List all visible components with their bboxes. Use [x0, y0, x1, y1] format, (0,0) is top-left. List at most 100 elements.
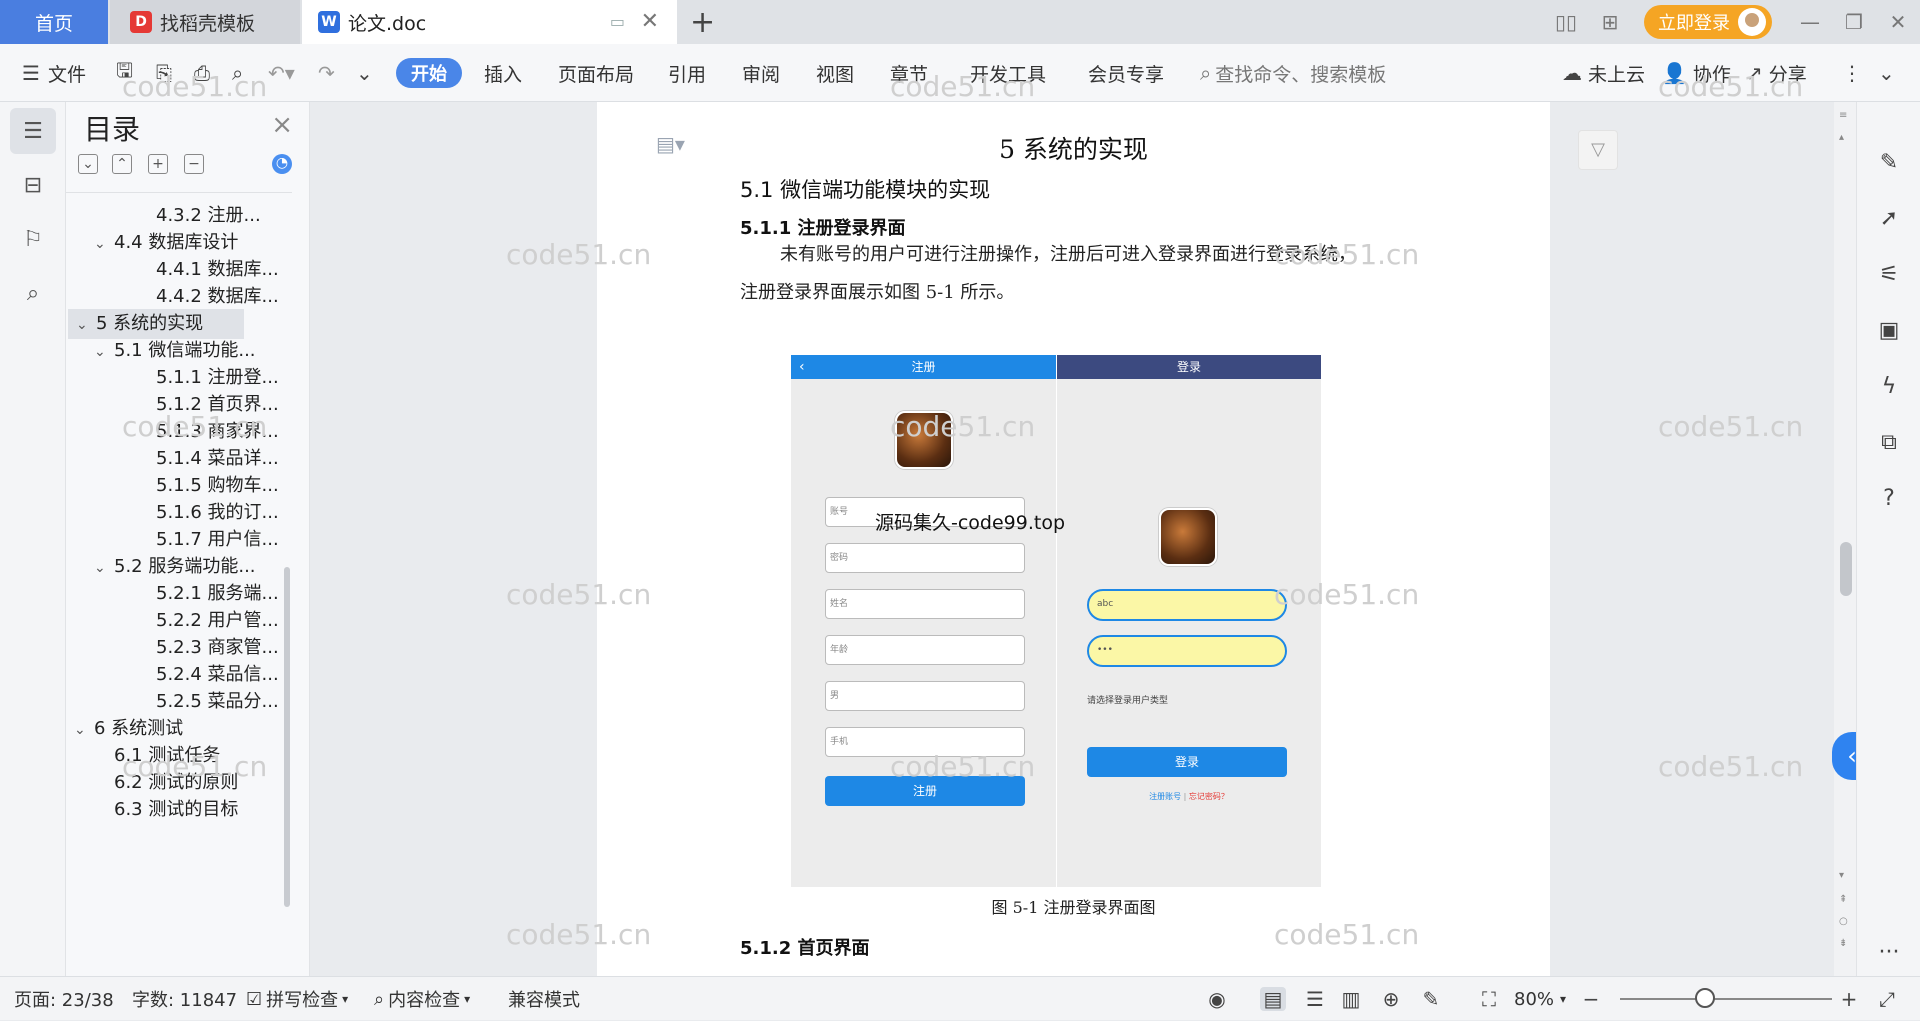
toc-item[interactable]: 5.1.1 注册登... [66, 363, 279, 393]
image-tool-button[interactable]: ▣ [1869, 310, 1909, 350]
scroll-up-icon[interactable]: ▴ [1839, 132, 1844, 143]
undo-button[interactable]: ↶▾ [268, 44, 295, 102]
reading-view-icon[interactable]: ▥ [1338, 987, 1364, 1011]
toc-item[interactable]: 5.1.6 我的订... [66, 498, 279, 528]
toc-item[interactable]: ⌄ 5 系统的实现 [68, 309, 244, 339]
toc-item[interactable]: 6.3 测试的目标 [66, 795, 244, 825]
cloud-status[interactable]: ☁ 未上云 [1562, 44, 1645, 102]
bookmark-button[interactable]: ⚐ [10, 216, 56, 262]
toc-item[interactable]: 6.2 测试的原则 [66, 768, 244, 798]
tab-document[interactable]: W 论文.doc ▭ ✕ [302, 0, 677, 44]
toc-item[interactable]: ⌄ 4.4 数据库设计 [66, 228, 244, 258]
document-scrollbar[interactable]: ≡ ▴ ▾ ⇞ ○ ⇟ [1834, 102, 1856, 976]
scroll-down-icon[interactable]: ▾ [1839, 870, 1844, 881]
page-options-icon[interactable]: ▤▾ [656, 132, 685, 156]
toc-item[interactable]: 5.2.1 服务端... [66, 579, 279, 609]
close-tab-icon[interactable]: ✕ [641, 9, 659, 34]
page-select-icon[interactable]: ○ [1839, 916, 1848, 927]
more-options-button[interactable]: ⋮ [1842, 44, 1862, 102]
toc-item[interactable]: 5.1.7 用户信... [66, 525, 279, 555]
ai-button[interactable]: ϟ [1869, 366, 1909, 406]
toc-item[interactable]: 4.4.1 数据库... [66, 255, 279, 285]
toc-item[interactable]: 5.1.5 购物车... [66, 471, 279, 501]
filter-icon[interactable]: ▽ [1578, 130, 1618, 170]
login-button[interactable]: 立即登录 [1644, 5, 1772, 39]
help-button[interactable]: ? [1869, 478, 1909, 518]
toc-item[interactable]: 5.2.3 商家管... [66, 633, 279, 663]
redo-button[interactable]: ↷ [318, 44, 335, 102]
close-icon[interactable]: × [271, 110, 293, 140]
tab-chapter[interactable]: 章节 [890, 44, 928, 102]
tab-template[interactable]: D 找稻壳模板 [110, 0, 300, 44]
close-window-icon[interactable]: ✕ [1876, 10, 1920, 34]
toc-item[interactable]: 5.2.4 菜品信... [66, 660, 279, 690]
tab-member[interactable]: 会员专享 [1088, 44, 1164, 102]
word-count[interactable]: 字数: 11847 [132, 977, 237, 1021]
toc-item[interactable]: 5.1.3 商家界... [66, 417, 279, 447]
scroll-top-icon[interactable]: ≡ [1839, 110, 1847, 121]
zoom-slider-handle[interactable] [1695, 988, 1715, 1008]
minimize-icon[interactable]: — [1788, 10, 1832, 34]
expand-icon[interactable]: ⌄ [78, 154, 98, 174]
restore-icon[interactable]: ❐ [1832, 10, 1876, 34]
export-button[interactable]: ⎘ [156, 44, 172, 102]
share-button[interactable]: ↗ 分享 [1746, 44, 1807, 102]
save-button[interactable]: 🖫 [116, 44, 133, 102]
toc-item[interactable]: ⌄ 5.1 微信端功能... [66, 336, 256, 366]
tab-layout[interactable]: 页面布局 [558, 44, 634, 102]
layout-icon[interactable]: ▯▯ [1544, 10, 1588, 34]
scrollbar-thumb[interactable] [1840, 542, 1852, 596]
toc-item[interactable]: ⌄ 6 系统测试 [66, 714, 244, 744]
command-search[interactable]: ⌕ 查找命令、搜索模板 [1200, 44, 1386, 102]
tab-start[interactable]: 开始 [396, 58, 462, 88]
collab-button[interactable]: 👤 协作 [1662, 44, 1731, 102]
content-check-button[interactable]: ⌕ 内容检查 ▾ [374, 977, 470, 1021]
pin-icon[interactable]: ▭ [610, 12, 625, 31]
toc-item[interactable]: ⌄ 5.2 服务端功能... [66, 552, 256, 582]
toc-item[interactable]: 5.1.2 首页界... [66, 390, 279, 420]
page-count[interactable]: 页面: 23/38 [14, 977, 114, 1021]
prev-page-icon[interactable]: ⇞ [1839, 894, 1847, 905]
collapse-icon[interactable]: ⌃ [112, 154, 132, 174]
adjust-button[interactable]: ⚟ [1869, 254, 1909, 294]
add-level-icon[interactable]: + [148, 154, 168, 174]
tab-references[interactable]: 引用 [668, 44, 706, 102]
remove-level-icon[interactable]: − [184, 154, 204, 174]
select-button[interactable]: ➚ [1869, 198, 1909, 238]
next-page-icon[interactable]: ⇟ [1839, 938, 1847, 949]
zoom-slider[interactable] [1620, 998, 1832, 1000]
collapse-ribbon-button[interactable]: ⌄ [1878, 44, 1895, 102]
find-button[interactable]: ⌕ [10, 270, 56, 316]
zoom-in-icon[interactable]: + [1836, 987, 1862, 1011]
write-mode-icon[interactable]: ✎ [1418, 987, 1444, 1011]
page-view-icon[interactable]: ▤ [1260, 987, 1286, 1011]
web-view-icon[interactable]: ⊕ [1378, 987, 1404, 1011]
zoom-level[interactable]: 80% ▾ [1514, 977, 1566, 1021]
tab-review[interactable]: 审阅 [742, 44, 780, 102]
toc-scrollbar[interactable] [284, 567, 290, 907]
outline-view-icon[interactable]: ☰ [1302, 987, 1328, 1011]
toc-panel-button[interactable]: ☰ [10, 108, 56, 154]
fullscreen-icon[interactable]: ⤢ [1874, 987, 1900, 1011]
toc-item[interactable]: 5.2.5 菜品分... [66, 687, 279, 717]
more-quick-button[interactable]: ⌄ [356, 44, 373, 102]
file-menu[interactable]: ☰ 文件 [22, 44, 86, 102]
toc-item[interactable]: 6.1 测试任务 [66, 741, 244, 771]
new-tab-button[interactable]: + [690, 5, 715, 40]
grid-apps-icon[interactable]: ⊞ [1588, 10, 1632, 34]
figure-screenshot[interactable]: ‹ 注册 账号 密码 姓名 年龄 男 手机 注册 登录 abc ••• 请选择登… [791, 355, 1321, 887]
eye-protect-icon[interactable]: ◉ [1204, 987, 1230, 1011]
print-preview-button[interactable]: ⌕ [232, 44, 243, 102]
reading-button[interactable]: ⧉ [1869, 422, 1909, 462]
spell-check-button[interactable]: ☑ 拼写检查 ▾ [246, 977, 348, 1021]
toc-item[interactable]: 5.2.2 用户管... [66, 606, 279, 636]
edit-pen-button[interactable]: ✎ [1869, 142, 1909, 182]
print-button[interactable]: ⎙ [194, 44, 210, 102]
smart-toc-icon[interactable]: ◔ [272, 154, 292, 174]
fit-page-icon[interactable]: ⛶ [1476, 987, 1502, 1011]
toc-item[interactable]: 4.4.2 数据库... [66, 282, 279, 312]
toc-item[interactable]: 4.3.2 注册... [66, 201, 261, 231]
tab-view[interactable]: 视图 [816, 44, 854, 102]
toc-item[interactable]: 5.1.4 菜品详... [66, 444, 279, 474]
tab-insert[interactable]: 插入 [484, 44, 522, 102]
